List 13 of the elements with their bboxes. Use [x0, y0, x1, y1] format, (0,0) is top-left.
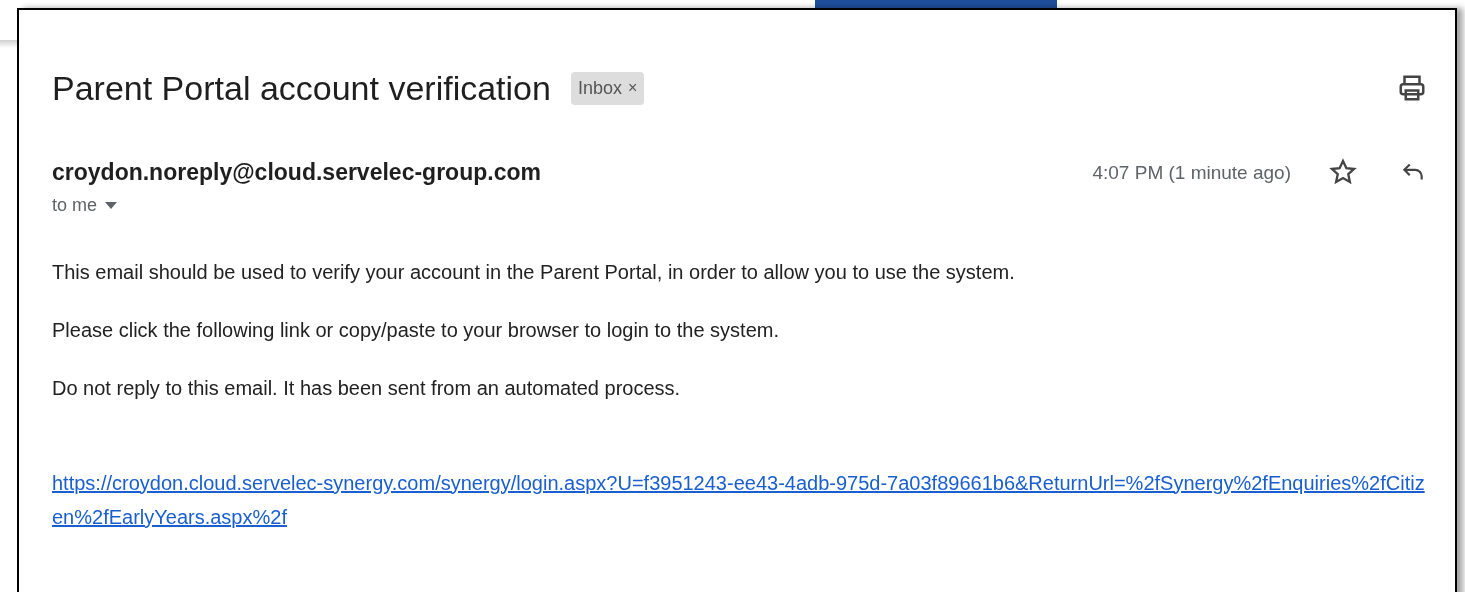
verification-link[interactable]: https://croydon.cloud.servelec-synergy.com/synergy/login.aspx?U=f3951243-ee43-4adb-975d-7a03f89661b6&ReturnUrl=%2fSynergy%2fEnquiries%2fCitizen%2fEarlyYears.aspx%2f — [52, 465, 1432, 534]
sent-time: 4:07 PM (1 minute ago) — [1092, 161, 1291, 185]
label-text: Inbox — [577, 76, 622, 100]
dropdown-caret-icon — [105, 201, 118, 209]
remove-label-button[interactable]: × — [628, 76, 638, 100]
body-paragraph: This email should be used to verify your account in the Parent Portal, in order to allow you to use the system. — [52, 259, 1016, 285]
sender-address: croydon.noreply@cloud.servelec-group.com — [52, 158, 541, 187]
body-paragraph: Do not reply to this email. It has been sent from an automated process. — [52, 375, 682, 401]
email-subject: Parent Portal account verification — [52, 71, 551, 105]
print-icon[interactable] — [1397, 73, 1427, 103]
recipient-dropdown[interactable]: to me — [52, 191, 541, 219]
star-icon[interactable] — [1329, 158, 1357, 186]
body-paragraph: Please click the following link or copy/paste to your browser to login to the system. — [52, 317, 780, 343]
